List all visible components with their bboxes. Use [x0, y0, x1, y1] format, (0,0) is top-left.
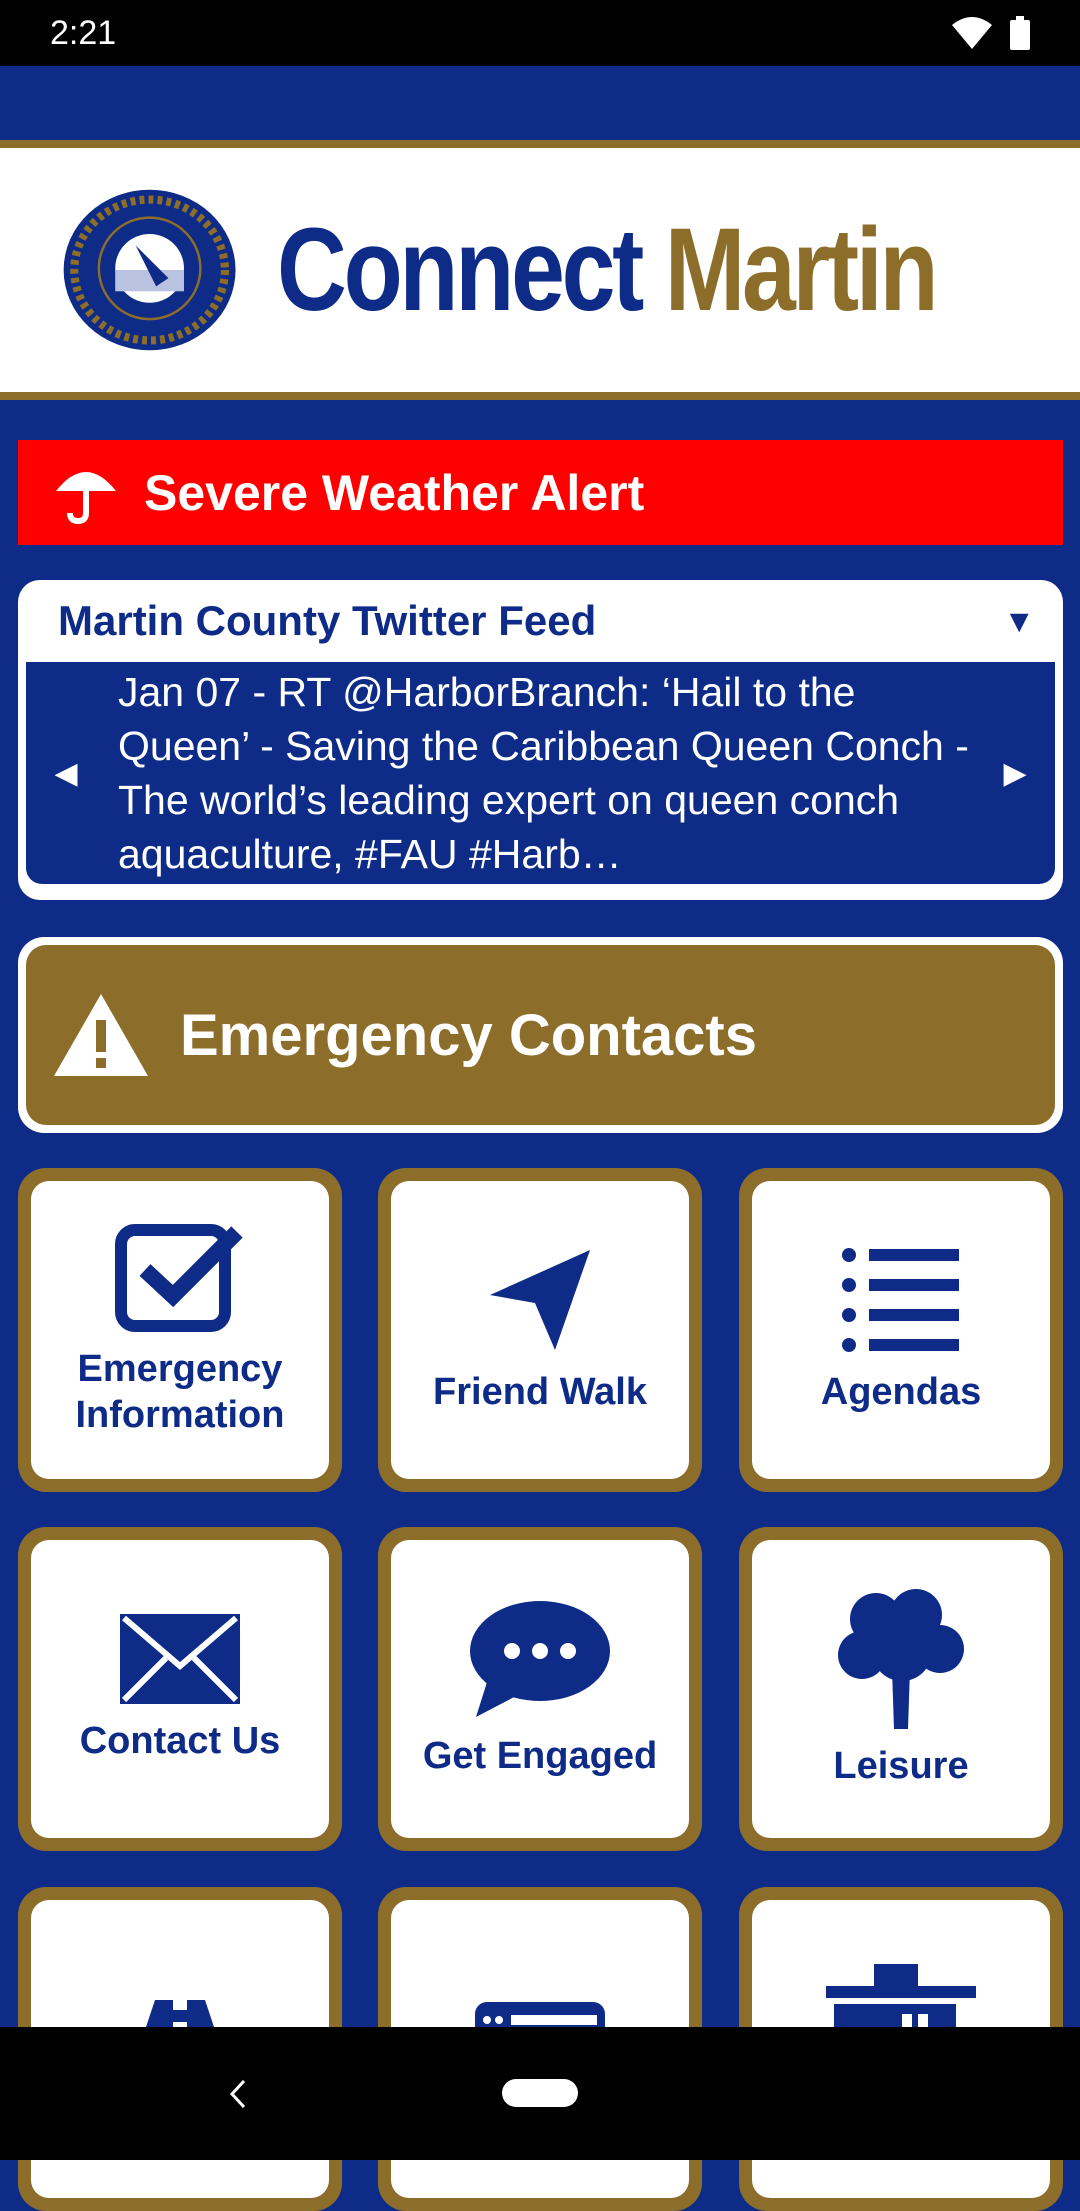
umbrella-icon [56, 471, 116, 524]
emergency-contacts-label: Emergency Contacts [180, 1002, 757, 1068]
tile-label: Friend Walk [433, 1371, 647, 1413]
app-title: Connect Martin [277, 204, 939, 336]
checkbox-icon [115, 1224, 243, 1332]
tree-icon [838, 1589, 964, 1729]
tile-label: Leisure [833, 1745, 969, 1787]
back-icon[interactable] [228, 2079, 248, 2109]
previous-tweet-arrow-icon[interactable]: ◀ [26, 756, 106, 791]
status-bar: 2:21 [0, 0, 1080, 66]
tile-label: Emergency Information [75, 1348, 285, 1436]
emergency-contacts-button[interactable]: Emergency Contacts [18, 937, 1063, 1133]
dropdown-triangle-icon[interactable]: ▼ [1003, 603, 1035, 640]
envelope-icon [120, 1614, 240, 1704]
county-seal-logo [63, 189, 236, 351]
navigation-arrow-icon [490, 1250, 590, 1350]
warning-icon [54, 994, 148, 1076]
tile-friend-walk[interactable]: Friend Walk [378, 1168, 702, 1492]
tile-contact-us[interactable]: Contact Us [18, 1527, 342, 1851]
tile-agendas[interactable]: Agendas [739, 1168, 1063, 1492]
alert-label: Severe Weather Alert [144, 464, 645, 521]
app-header: Connect Martin [0, 140, 1080, 400]
tweet-text[interactable]: Jan 07 - RT @HarborBranch: ‘Hail to the … [106, 665, 975, 881]
clock: 2:21 [50, 13, 117, 52]
tile-label: Agendas [820, 1371, 982, 1413]
severe-weather-alert-button[interactable]: Severe Weather Alert [18, 440, 1063, 545]
home-button[interactable] [502, 2079, 578, 2107]
tile-leisure[interactable]: Leisure [739, 1527, 1063, 1851]
list-icon [842, 1248, 959, 1352]
battery-icon [1010, 16, 1030, 50]
system-navigation-bar [0, 2027, 1080, 2160]
wifi-icon [952, 17, 992, 49]
chat-bubble-icon [470, 1601, 610, 1717]
twitter-feed-title: Martin County Twitter Feed [58, 597, 597, 644]
tile-label: Get Engaged [422, 1735, 658, 1777]
tile-label: Contact Us [79, 1720, 281, 1762]
twitter-feed-header[interactable]: Martin County Twitter Feed ▼ [26, 580, 1055, 662]
next-tweet-arrow-icon[interactable]: ▶ [975, 756, 1055, 791]
twitter-feed: Martin County Twitter Feed ▼ ◀ Jan 07 - … [18, 580, 1063, 900]
tile-get-engaged[interactable]: Get Engaged [378, 1527, 702, 1851]
tile-emergency-information[interactable]: Emergency Information [18, 1168, 342, 1492]
